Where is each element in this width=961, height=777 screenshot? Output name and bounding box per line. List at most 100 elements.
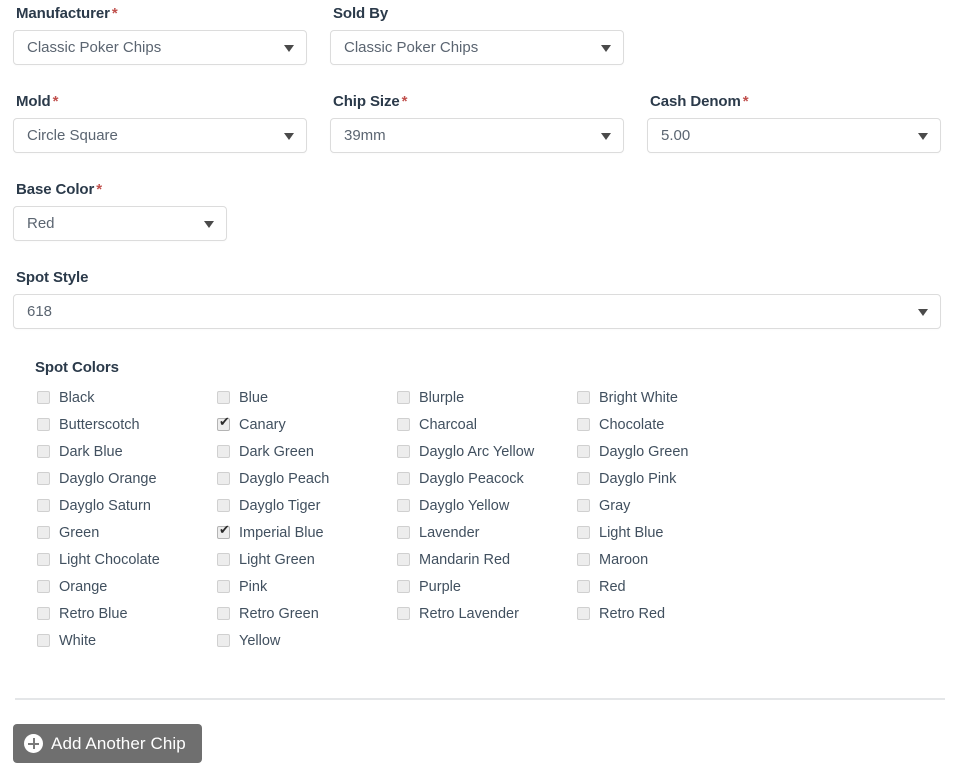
spot-color-checkbox-item[interactable]: ✔ Retro Red [575,604,750,631]
select-cash_denom[interactable]: 5.00 [647,118,941,153]
spot-color-label: Retro Red [599,606,666,622]
spot-color-checkbox-item[interactable]: ✔ Orange [35,577,210,604]
spot-color-checkbox-item[interactable]: ✔ Retro Green [215,604,390,631]
spot-color-checkbox-item[interactable]: ✔ Green [35,523,210,550]
spot-color-checkbox-item[interactable]: ✔ Butterscotch [35,415,210,442]
spot-color-checkbox-item[interactable]: ✔ Dark Green [215,442,390,469]
spot-color-checkbox-item[interactable]: ✔ Maroon [575,550,750,577]
spot-color-checkbox-item[interactable]: ✔ Dayglo Tiger [215,496,390,523]
checkbox-unchecked-icon[interactable]: ✔ [37,499,50,512]
spot-color-checkbox-item[interactable]: ✔ Dayglo Yellow [395,496,570,523]
checkbox-unchecked-icon[interactable]: ✔ [37,526,50,539]
label-chip_size: Chip Size * [333,93,624,111]
field-cash_denom: Cash Denom * 5.00 [647,93,941,153]
spot-color-checkbox-item[interactable]: ✔ Dayglo Green [575,442,750,469]
checkbox-unchecked-icon[interactable]: ✔ [397,526,410,539]
checkbox-unchecked-icon[interactable]: ✔ [37,580,50,593]
spot-color-checkbox-item[interactable]: ✔ Gray [575,496,750,523]
spot-color-label: Imperial Blue [239,525,324,541]
checkbox-unchecked-icon[interactable]: ✔ [397,553,410,566]
spot-color-label: Chocolate [599,417,665,433]
checkbox-unchecked-icon[interactable]: ✔ [577,607,590,620]
checkbox-unchecked-icon[interactable]: ✔ [217,634,230,647]
checkbox-unchecked-icon[interactable]: ✔ [397,418,410,431]
spot-color-label: Dayglo Pink [599,471,677,487]
checkbox-unchecked-icon[interactable]: ✔ [37,445,50,458]
spot-color-checkbox-item[interactable]: ✔ Dark Blue [35,442,210,469]
checkbox-unchecked-icon[interactable]: ✔ [37,553,50,566]
spot-color-checkbox-item[interactable]: ✔ Blurple [395,388,570,415]
required-asterisk-base_color: * [96,181,102,198]
spot-color-checkbox-item[interactable]: ✔ Dayglo Orange [35,469,210,496]
spot-color-checkbox-item[interactable]: ✔ Blue [215,388,390,415]
checkbox-unchecked-icon[interactable]: ✔ [37,418,50,431]
label-text-base_color: Base Color [16,181,95,198]
spot-color-checkbox-item[interactable]: ✔ Yellow [215,631,390,658]
checkbox-unchecked-icon[interactable]: ✔ [217,472,230,485]
select-value-sold_by: Classic Poker Chips [344,39,479,56]
select-value-chip_size: 39mm [344,127,386,144]
spot-color-checkbox-item[interactable]: ✔ Dayglo Arc Yellow [395,442,570,469]
spot-color-checkbox-item[interactable]: ✔ Canary [215,415,390,442]
spot-color-checkbox-item[interactable]: ✔ Pink [215,577,390,604]
add-another-chip-button[interactable]: Add Another Chip [13,724,202,763]
checkbox-unchecked-icon[interactable]: ✔ [37,472,50,485]
select-sold_by[interactable]: Classic Poker Chips [330,30,624,65]
select-chip_size[interactable]: 39mm [330,118,624,153]
checkbox-checked-icon[interactable]: ✔ [217,415,230,431]
spot-color-checkbox-item[interactable]: ✔ Dayglo Peacock [395,469,570,496]
spot-color-checkbox-item[interactable]: ✔ Light Chocolate [35,550,210,577]
spot-color-checkbox-item[interactable]: ✔ Light Green [215,550,390,577]
spot-color-checkbox-item[interactable]: ✔ Lavender [395,523,570,550]
spot-color-checkbox-item[interactable]: ✔ Dayglo Pink [575,469,750,496]
label-text-spot_style: Spot Style [16,269,89,286]
spot-color-checkbox-item[interactable]: ✔ Black [35,388,210,415]
spot-color-checkbox-item[interactable]: ✔ Bright White [575,388,750,415]
spot-color-label: Red [599,579,626,595]
checkbox-unchecked-icon[interactable]: ✔ [37,607,50,620]
checkbox-unchecked-icon[interactable]: ✔ [577,526,590,539]
checkbox-checked-icon[interactable]: ✔ [217,523,230,539]
checkbox-unchecked-icon[interactable]: ✔ [577,418,590,431]
spot-color-label: Butterscotch [59,417,140,433]
select-spot_style[interactable]: 618 [13,294,941,329]
checkbox-unchecked-icon[interactable]: ✔ [217,553,230,566]
select-mold[interactable]: Circle Square [13,118,307,153]
select-manufacturer[interactable]: Classic Poker Chips [13,30,307,65]
spot-color-checkbox-item[interactable]: ✔ Purple [395,577,570,604]
checkbox-unchecked-icon[interactable]: ✔ [217,580,230,593]
checkbox-unchecked-icon[interactable]: ✔ [577,472,590,485]
checkbox-unchecked-icon[interactable]: ✔ [577,580,590,593]
checkbox-unchecked-icon[interactable]: ✔ [397,391,410,404]
checkbox-unchecked-icon[interactable]: ✔ [577,445,590,458]
checkbox-unchecked-icon[interactable]: ✔ [397,472,410,485]
spot-color-checkbox-item[interactable]: ✔ Chocolate [575,415,750,442]
checkbox-unchecked-icon[interactable]: ✔ [577,391,590,404]
spot-color-checkbox-item[interactable]: ✔ Dayglo Peach [215,469,390,496]
spot-color-checkbox-item[interactable]: ✔ Dayglo Saturn [35,496,210,523]
spot-color-checkbox-item[interactable]: ✔ Retro Blue [35,604,210,631]
spot-color-label: Black [59,390,95,406]
checkbox-unchecked-icon[interactable]: ✔ [397,499,410,512]
checkbox-unchecked-icon[interactable]: ✔ [217,445,230,458]
spot-color-checkbox-item[interactable]: ✔ Charcoal [395,415,570,442]
checkbox-unchecked-icon[interactable]: ✔ [217,391,230,404]
spot-color-checkbox-item[interactable]: ✔ Red [575,577,750,604]
checkbox-unchecked-icon[interactable]: ✔ [217,607,230,620]
spot-colors-column-3: ✔ Blurple ✔ Charcoal ✔ Dayglo Arc Yellow ✔ Dayg… [395,388,570,631]
spot-color-checkbox-item[interactable]: ✔ Mandarin Red [395,550,570,577]
checkbox-unchecked-icon[interactable]: ✔ [217,499,230,512]
spot-color-checkbox-item[interactable]: ✔ Retro Lavender [395,604,570,631]
checkbox-unchecked-icon[interactable]: ✔ [577,499,590,512]
checkbox-unchecked-icon[interactable]: ✔ [577,553,590,566]
select-base_color[interactable]: Red [13,206,227,241]
checkbox-unchecked-icon[interactable]: ✔ [397,580,410,593]
spot-color-checkbox-item[interactable]: ✔ Light Blue [575,523,750,550]
checkbox-unchecked-icon[interactable]: ✔ [37,634,50,647]
spot-color-checkbox-item[interactable]: ✔ Imperial Blue [215,523,390,550]
checkbox-unchecked-icon[interactable]: ✔ [397,445,410,458]
checkbox-unchecked-icon[interactable]: ✔ [37,391,50,404]
chevron-down-icon [918,132,928,140]
spot-color-checkbox-item[interactable]: ✔ White [35,631,210,658]
checkbox-unchecked-icon[interactable]: ✔ [397,607,410,620]
